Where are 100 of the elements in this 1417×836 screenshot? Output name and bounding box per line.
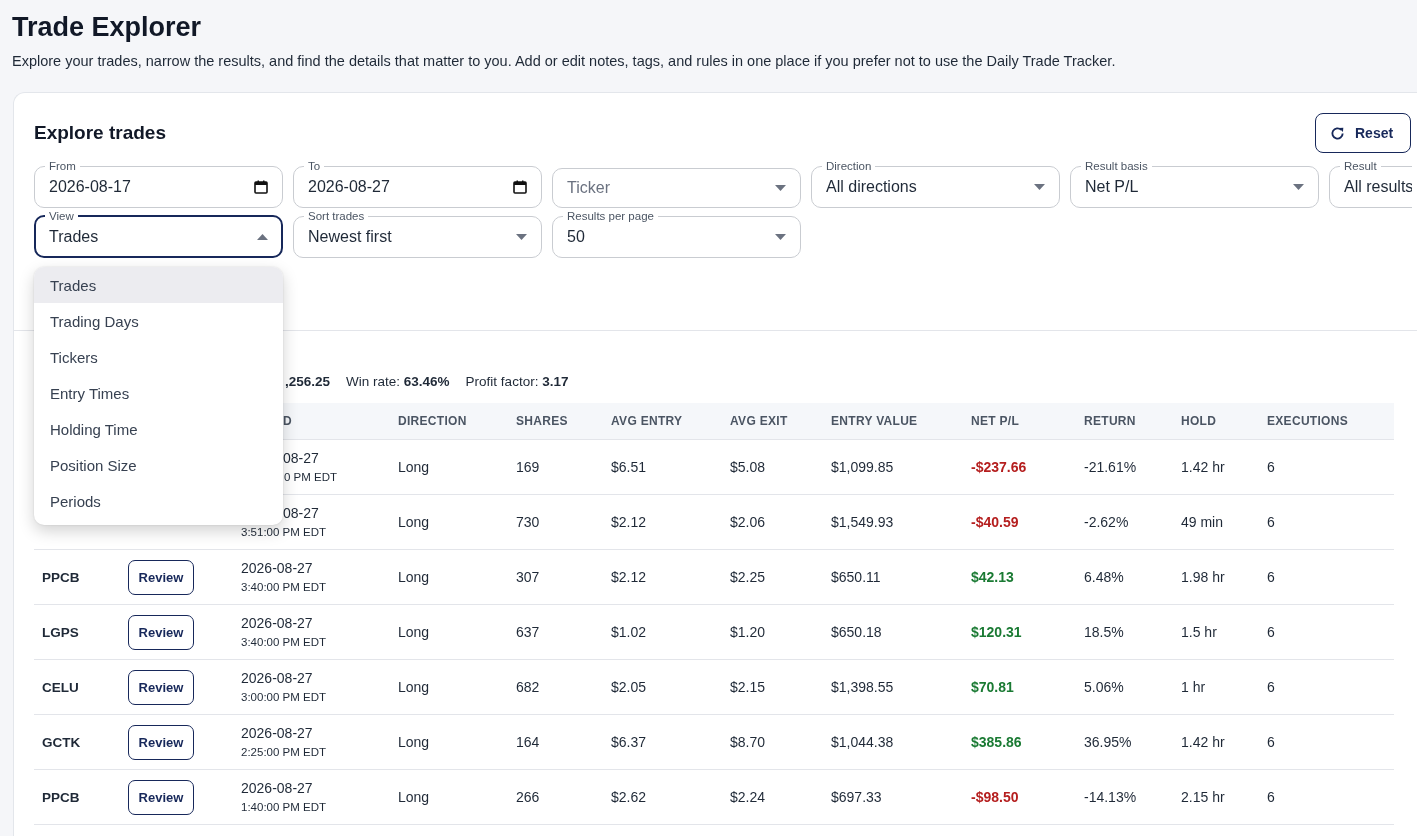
table-cell: $650.18: [831, 624, 882, 640]
table-cell: $2.15: [730, 679, 766, 695]
table-cell: 36.95%: [1084, 734, 1132, 750]
select-field[interactable]: Result basis Net P/L: [1070, 160, 1319, 208]
table-cell: $650.11: [831, 569, 881, 585]
review-button[interactable]: Review: [128, 614, 194, 650]
summary-stat: Win rate: 63.46%: [346, 374, 450, 389]
table-cell: 6: [1267, 569, 1275, 585]
table-cell: 1 hr: [1181, 679, 1206, 695]
column-header: D: [282, 414, 292, 428]
select-field[interactable]: View Trades: [34, 210, 283, 258]
table-cell: 49 min: [1181, 514, 1224, 530]
caret-icon: [516, 234, 527, 240]
review-button[interactable]: Review: [128, 724, 194, 760]
menu-item[interactable]: Tickers: [34, 339, 283, 375]
select-field[interactable]: Ticker: [552, 168, 801, 208]
menu-item[interactable]: Position Size: [34, 447, 283, 483]
column-header: SHARES: [516, 414, 568, 428]
select-field[interactable]: Results per page 50: [552, 210, 801, 258]
net-pl-value: $385.86: [971, 734, 1022, 750]
table-cell: $1,044.38: [831, 734, 894, 750]
column-header: DIRECTION: [398, 414, 467, 428]
table-cell: $1,549.93: [831, 514, 894, 530]
table-cell: $1,099.85: [831, 459, 894, 475]
table-cell: 5.06%: [1084, 679, 1124, 695]
column-header: ENTRY VALUE: [831, 414, 918, 428]
net-pl-value: $120.31: [971, 624, 1022, 640]
entry-time: 1:40:00 PM EDT: [241, 800, 326, 815]
menu-item[interactable]: Periods: [34, 483, 283, 519]
refresh-icon: [1330, 125, 1345, 141]
table-cell: 266: [516, 789, 540, 805]
table-cell: 164: [516, 734, 540, 750]
table-cell: 1.42 hr: [1181, 459, 1225, 475]
entry-time: 0 PM EDT: [283, 470, 338, 485]
review-button[interactable]: Review: [128, 559, 194, 595]
table-cell: 6: [1267, 459, 1275, 475]
table-cell: $6.37: [611, 734, 647, 750]
table-cell: 6: [1267, 789, 1275, 805]
net-pl-value: -$40.59: [971, 514, 1019, 530]
table-cell: 6.48%: [1084, 569, 1124, 585]
select-field[interactable]: Result All results: [1329, 160, 1412, 208]
table-cell: Long: [398, 514, 430, 530]
table-cell: Long: [398, 569, 430, 585]
table-cell: 1.42 hr: [1181, 734, 1225, 750]
table-cell: $1.02: [611, 624, 647, 640]
entry-date: 2026-08-27: [241, 669, 313, 688]
menu-item[interactable]: Holding Time: [34, 411, 283, 447]
table-cell: Long: [398, 789, 430, 805]
summary-stat: ,256.25: [284, 374, 331, 389]
table-cell: 6: [1267, 679, 1275, 695]
entry-date: 08-27: [282, 504, 319, 523]
table-cell: 6: [1267, 514, 1275, 530]
entry-date: 2026-08-27: [241, 724, 313, 743]
menu-item[interactable]: Trades: [34, 267, 283, 303]
calendar-icon[interactable]: [513, 180, 527, 194]
table-cell: $5.08: [730, 459, 766, 475]
ticker-symbol: CELU: [42, 680, 79, 695]
table-cell: -21.61%: [1084, 459, 1137, 475]
caret-icon: [775, 234, 786, 240]
net-pl-value: $42.13: [971, 569, 1014, 585]
entry-time: 3:51:00 PM EDT: [241, 525, 326, 540]
table-cell: Long: [398, 459, 430, 475]
date-field[interactable]: To 2026-08-27: [293, 160, 542, 208]
table-cell: 730: [516, 514, 540, 530]
select-field[interactable]: Sort trades Newest first: [293, 210, 542, 258]
table-cell: -14.13%: [1084, 789, 1137, 805]
caret-icon: [1293, 184, 1304, 190]
review-button[interactable]: Review: [128, 779, 194, 815]
table-cell: $697.33: [831, 789, 882, 805]
menu-item[interactable]: Trading Days: [34, 303, 283, 339]
table-cell: -2.62%: [1084, 514, 1129, 530]
entry-time: 3:00:00 PM EDT: [241, 690, 326, 705]
table-cell: $8.70: [730, 734, 766, 750]
entry-time: 3:40:00 PM EDT: [241, 580, 326, 595]
date-field[interactable]: From 2026-08-17: [34, 160, 283, 208]
entry-date: 2026-08-27: [241, 614, 313, 633]
table-cell: $2.06: [730, 514, 766, 530]
column-header: NET P/L: [971, 414, 1020, 428]
table-cell: 6: [1267, 624, 1275, 640]
table-cell: 18.5%: [1084, 624, 1124, 640]
ticker-symbol: PPCB: [42, 570, 80, 585]
entry-date: 08-27: [282, 449, 319, 468]
page-title: Trade Explorer: [12, 11, 202, 43]
table-cell: 1.5 hr: [1181, 624, 1217, 640]
ticker-symbol: PPCB: [42, 790, 80, 805]
table-cell: $2.12: [611, 569, 647, 585]
column-header: AVG ENTRY: [611, 414, 683, 428]
calendar-icon[interactable]: [254, 180, 268, 194]
table-cell: $2.12: [611, 514, 647, 530]
table-cell: $6.51: [611, 459, 647, 475]
ticker-symbol: LGPS: [42, 625, 79, 640]
table-cell: $1,398.55: [831, 679, 894, 695]
reset-button[interactable]: Reset: [1315, 113, 1411, 153]
panel-title: Explore trades: [34, 122, 166, 144]
caret-icon: [257, 233, 268, 240]
select-field[interactable]: Direction All directions: [811, 160, 1060, 208]
review-button[interactable]: Review: [128, 669, 194, 705]
table-cell: 682: [516, 679, 540, 695]
table-cell: 6: [1267, 734, 1275, 750]
menu-item[interactable]: Entry Times: [34, 375, 283, 411]
